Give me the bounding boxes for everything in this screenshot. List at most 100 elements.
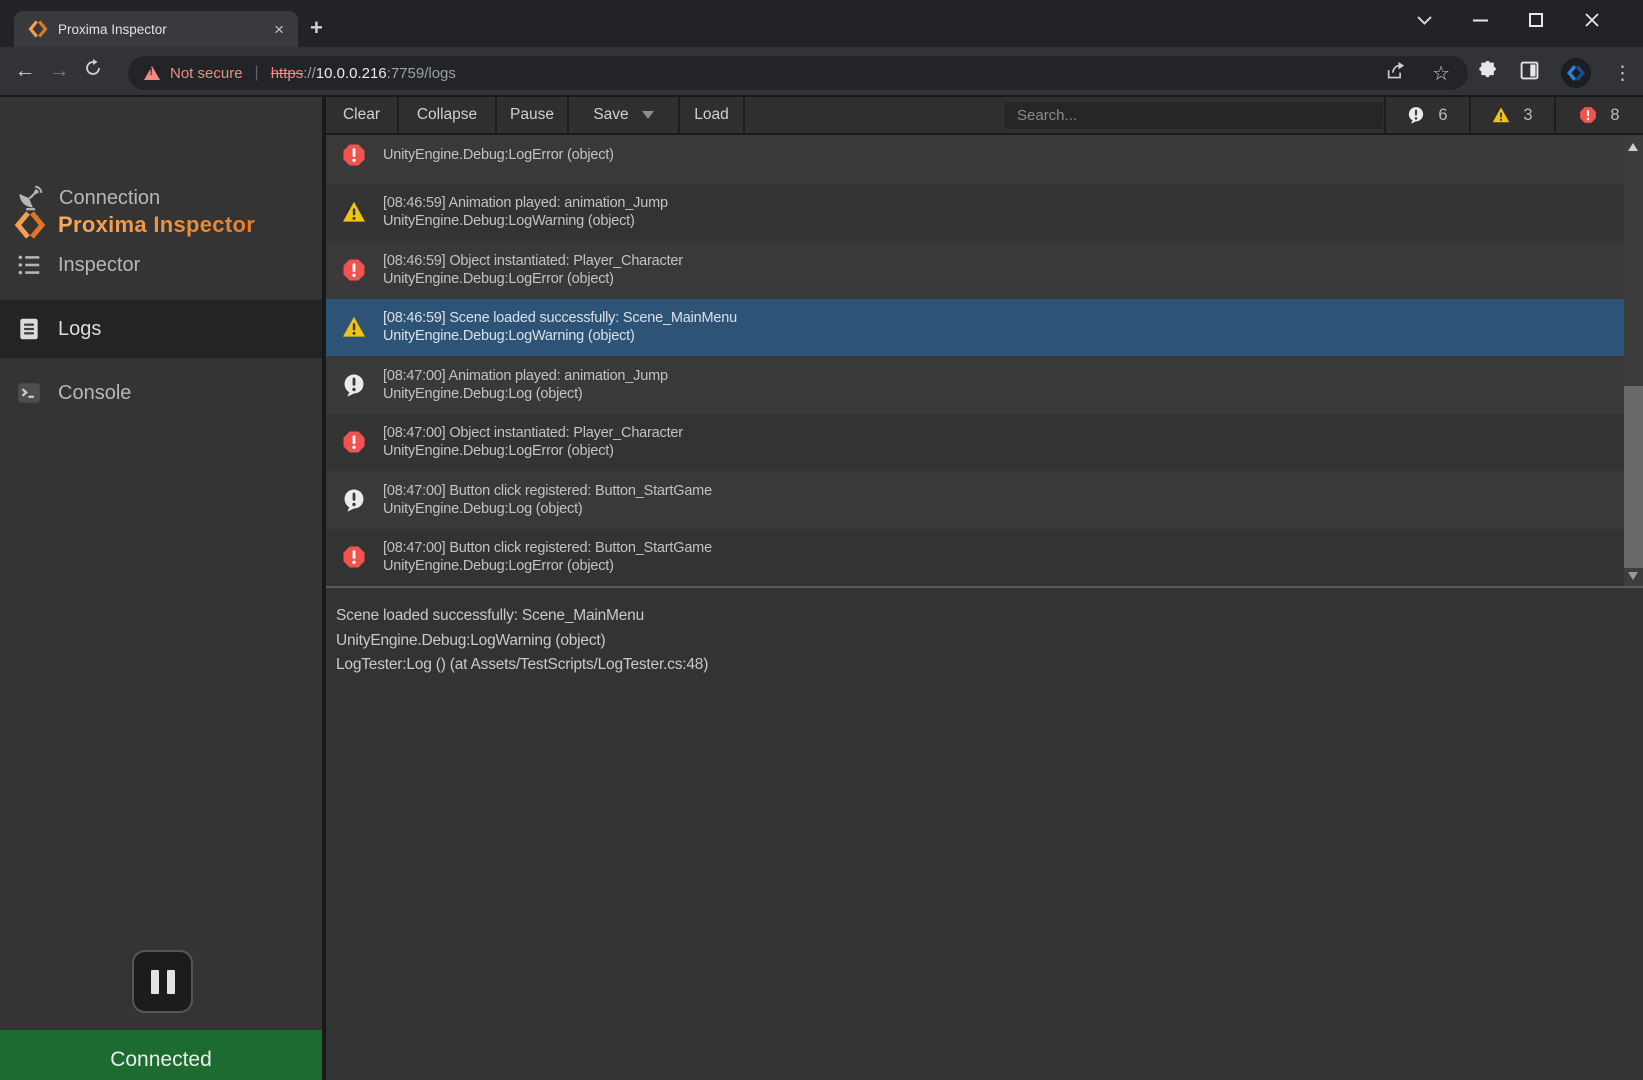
info-count: 6 [1438,106,1447,125]
pause-icon [151,970,159,994]
log-entry[interactable]: [08:47:00] Button click registered: Butt… [326,471,1624,529]
warning-count: 3 [1523,106,1532,125]
window-minimize-button[interactable] [1469,9,1491,31]
log-source: UnityEngine.Debug:LogError (object) [383,557,712,575]
error-icon [342,258,366,282]
sidebar-item-logs[interactable]: Logs [0,300,322,358]
new-tab-button[interactable]: + [310,17,323,39]
back-icon[interactable]: ← [8,59,42,83]
reload-icon[interactable] [76,59,110,83]
scroll-down-arrow-icon[interactable] [1628,572,1638,580]
browser-tab[interactable]: Proxima Inspector × [14,11,298,47]
log-message: [08:46:59] Animation played: animation_J… [383,194,668,212]
sidebar-item-label: Connection [59,187,160,210]
log-message: [08:47:00] Button click registered: Butt… [383,539,712,557]
log-source: UnityEngine.Debug:Log (object) [383,385,668,403]
sidebar-item-connection[interactable]: Connection [0,169,322,227]
logs-toolbar: Clear Collapse Pause Save Load 6 3 8 [326,97,1643,133]
error-count: 8 [1610,106,1619,125]
sidebar-item-console[interactable]: Console [0,364,322,422]
log-list: UnityEngine.Debug:LogError (object) [08:… [326,135,1624,586]
tab-title: Proxima Inspector [58,22,270,37]
warning-triangle-icon [1492,106,1510,124]
log-source: UnityEngine.Debug:LogError (object) [383,270,683,288]
error-icon [342,545,366,569]
url-host: 10.0.0.216 [316,65,387,82]
proxima-extension-icon[interactable] [1561,58,1591,88]
log-entry[interactable]: [08:46:59] Object instantiated: Player_C… [326,241,1624,299]
log-entry[interactable]: [08:46:59] Animation played: animation_J… [326,184,1624,242]
address-divider: | [255,64,259,82]
url-path: :7759/logs [387,65,456,82]
info-bubble-icon [1407,106,1425,124]
warning-count-filter[interactable]: 3 [1469,97,1554,133]
log-list-scrollbar[interactable] [1624,135,1643,586]
log-source: UnityEngine.Debug:Log (object) [383,500,712,518]
log-message: [08:46:59] Scene loaded successfully: Sc… [383,309,737,327]
log-source: UnityEngine.Debug:LogWarning (object) [383,212,668,230]
save-button[interactable]: Save [569,97,680,133]
document-icon [16,316,42,342]
log-source: UnityEngine.Debug:LogWarning (object) [383,327,737,345]
not-secure-warning-icon [144,66,160,80]
tab-close-icon[interactable]: × [270,19,288,40]
log-entry[interactable]: [08:47:00] Button click registered: Butt… [326,529,1624,587]
warning-icon [342,200,366,224]
sidebar-item-label: Inspector [58,254,140,277]
log-source: UnityEngine.Debug:LogError (object) [383,146,614,164]
bookmark-star-icon[interactable]: ☆ [1432,61,1450,86]
load-button[interactable]: Load [680,97,745,133]
detail-line: LogTester:Log () (at Assets/TestScripts/… [336,653,1643,678]
connection-status-badge: Connected [0,1030,322,1080]
info-icon [342,488,366,512]
error-count-filter[interactable]: 8 [1554,97,1643,133]
collapse-button[interactable]: Collapse [399,97,497,133]
log-detail-panel: Scene loaded successfully: Scene_MainMen… [326,588,1643,1080]
info-icon [342,373,366,397]
log-entry[interactable]: [08:47:00] Animation played: animation_J… [326,356,1624,414]
url-separator: :// [303,65,316,82]
clear-button[interactable]: Clear [326,97,399,133]
satellite-dish-icon [16,185,43,212]
detail-line: Scene loaded successfully: Scene_MainMen… [336,604,1643,629]
not-secure-label[interactable]: Not secure [170,65,243,82]
browser-menu-kebab-icon[interactable]: ⋮ [1613,62,1632,85]
pause-stream-button[interactable] [132,950,193,1013]
browser-tabstrip: Proxima Inspector × + [0,0,1643,47]
tab-search-chevron-icon[interactable] [1413,9,1435,31]
log-source: UnityEngine.Debug:LogError (object) [383,442,683,460]
warning-icon [342,315,366,339]
log-entry-selected[interactable]: [08:46:59] Scene loaded successfully: Sc… [326,299,1624,357]
log-message: [08:46:59] Object instantiated: Player_C… [383,252,683,270]
pause-button[interactable]: Pause [497,97,569,133]
log-entry[interactable]: UnityEngine.Debug:LogError (object) [326,135,1624,184]
window-maximize-button[interactable] [1525,9,1547,31]
window-close-button[interactable] [1581,9,1603,31]
error-octagon-icon [1579,106,1597,124]
log-message: [08:47:00] Button click registered: Butt… [383,482,712,500]
info-count-filter[interactable]: 6 [1384,97,1469,133]
sidebar-item-label: Logs [58,318,101,341]
forward-icon[interactable]: → [42,59,76,83]
sidebar-item-label: Console [58,382,131,405]
error-icon [342,430,366,454]
proxima-favicon [28,19,48,39]
address-bar[interactable]: Not secure | https://10.0.0.216:7759/log… [128,56,1468,90]
error-icon [342,143,366,167]
sidebar: Proxima Inspector Connection Inspector [0,97,322,1080]
log-message: [08:47:00] Object instantiated: Player_C… [383,424,683,442]
scroll-up-arrow-icon[interactable] [1628,143,1638,151]
scrollbar-thumb[interactable] [1624,386,1643,568]
log-message: [08:47:00] Animation played: animation_J… [383,367,668,385]
save-dropdown-caret-icon[interactable] [642,111,654,119]
side-panel-icon[interactable] [1520,61,1539,85]
list-icon [16,252,42,278]
log-entry[interactable]: [08:47:00] Object instantiated: Player_C… [326,414,1624,472]
extensions-puzzle-icon[interactable] [1478,61,1498,86]
detail-line: UnityEngine.Debug:LogWarning (object) [336,629,1643,654]
share-icon[interactable] [1386,62,1406,85]
url-scheme: https [271,65,304,82]
sidebar-item-inspector[interactable]: Inspector [0,236,322,294]
search-input[interactable] [1005,102,1383,129]
terminal-icon [16,380,42,406]
